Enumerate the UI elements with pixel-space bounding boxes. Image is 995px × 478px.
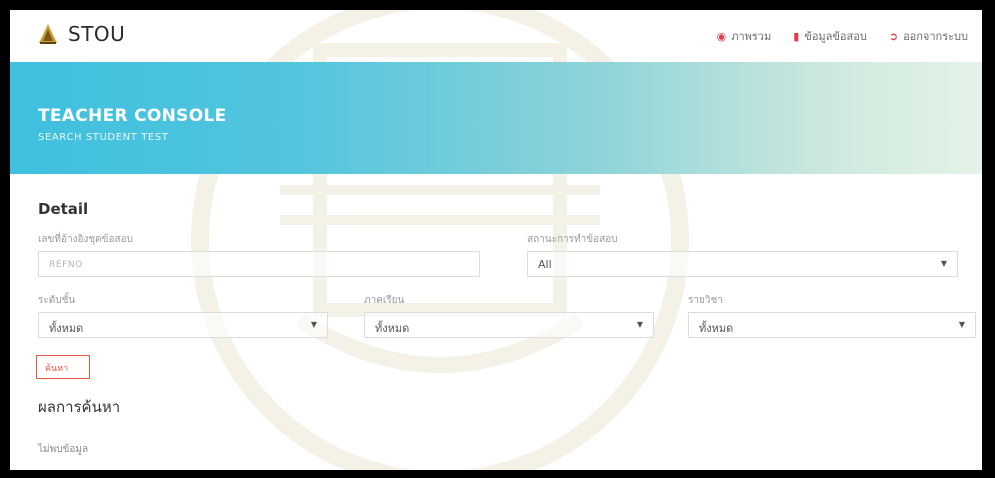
hero-banner: TEACHER CONSOLE SEARCH STUDENT TEST — [10, 62, 982, 174]
level-label: ระดับชั้น — [38, 295, 76, 306]
page-title: TEACHER CONSOLE — [38, 106, 227, 126]
level-select[interactable]: ทั้งหมด ▼ — [38, 312, 328, 338]
main-nav: ◉ ภาพรวม ▮ ข้อมูลข้อสอบ ➲ ออกจากระบบ — [717, 27, 968, 45]
page-subtitle: SEARCH STUDENT TEST — [38, 132, 169, 143]
chevron-down-icon: ▼ — [310, 320, 317, 329]
subject-select[interactable]: ทั้งหมด ▼ — [688, 312, 976, 338]
no-data-message: ไม่พบข้อมูล — [38, 444, 89, 455]
refno-input[interactable]: REFNO — [38, 251, 480, 277]
detail-heading: Detail — [38, 200, 89, 218]
term-label: ภาคเรียน — [364, 295, 405, 306]
app-frame: STOU ◉ ภาพรวม ▮ ข้อมูลข้อสอบ ➲ ออกจากระบ… — [10, 10, 982, 470]
search-button[interactable]: ค้นหา — [36, 355, 90, 379]
subject-label: รายวิชา — [688, 295, 723, 306]
brand-name: STOU — [68, 22, 126, 46]
logout-icon: ➲ — [888, 29, 899, 43]
level-value: ทั้งหมด — [49, 322, 84, 335]
chevron-down-icon: ▼ — [636, 320, 643, 329]
subject-value: ทั้งหมด — [699, 322, 734, 335]
nav-item-exam-data[interactable]: ▮ ข้อมูลข้อสอบ — [793, 27, 867, 45]
dashboard-icon: ◉ — [716, 29, 727, 43]
chevron-down-icon: ▼ — [958, 320, 965, 329]
stou-logo-icon — [39, 24, 57, 44]
brand[interactable]: STOU — [38, 22, 125, 46]
nav-item-logout[interactable]: ➲ ออกจากระบบ — [889, 27, 968, 45]
nav-label: ภาพรวม — [731, 30, 772, 43]
refno-label: เลขที่อ้างอิงชุดข้อสอบ — [38, 234, 133, 245]
nav-item-overview[interactable]: ◉ ภาพรวม — [717, 27, 772, 45]
top-navbar: STOU ◉ ภาพรวม ▮ ข้อมูลข้อสอบ ➲ ออกจากระบ… — [10, 10, 982, 58]
nav-label: ข้อมูลข้อสอบ — [804, 30, 867, 43]
status-label: สถานะการทำข้อสอบ — [527, 234, 618, 245]
refno-placeholder: REFNO — [49, 260, 83, 270]
status-select[interactable]: All ▼ — [527, 251, 958, 277]
status-value: All — [538, 258, 552, 271]
chevron-down-icon: ▼ — [940, 259, 947, 268]
result-heading: ผลการค้นหา — [38, 398, 121, 416]
term-select[interactable]: ทั้งหมด ▼ — [364, 312, 654, 338]
nav-label: ออกจากระบบ — [903, 30, 968, 43]
file-icon: ▮ — [793, 29, 800, 43]
term-value: ทั้งหมด — [375, 322, 410, 335]
